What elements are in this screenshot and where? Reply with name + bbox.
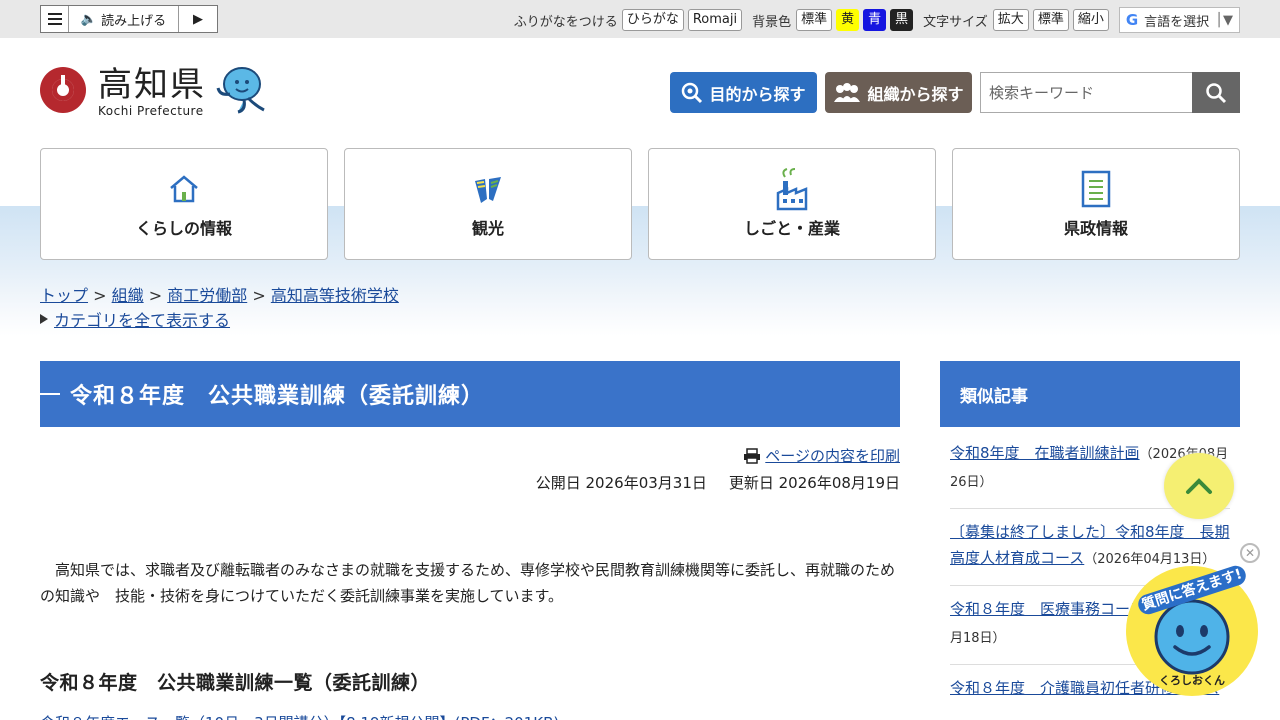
category-label: くらしの情報 <box>135 219 232 238</box>
updated-date: 更新日 2026年08月19日 <box>728 474 900 492</box>
category-card-government[interactable]: 県政情報 <box>952 148 1240 260</box>
page-title-bar: 令和８年度 公共職業訓練（委託訓練） <box>40 361 900 427</box>
search-icon <box>1206 82 1227 103</box>
text-shrink-button[interactable]: 縮小 <box>1072 9 1109 31</box>
utility-bar: 🔈 読み上げる ▶ ふりがなをつける ひらがな Romaji 背景色 標準 黄 … <box>0 0 1280 38</box>
breadcrumb-organization[interactable]: 組織 <box>112 286 144 305</box>
bg-color-label: 背景色 <box>752 14 792 30</box>
dropdown-arrow-icon: │▼ <box>1215 12 1233 28</box>
site-search <box>980 72 1240 113</box>
document-icon <box>1081 170 1111 208</box>
people-icon <box>834 82 861 102</box>
category-label: しごと・産業 <box>743 219 840 238</box>
logo-title: 高知県 <box>98 65 206 105</box>
breadcrumb-commerce-labor[interactable]: 商工労働部 <box>167 286 247 305</box>
magnifier-icon <box>682 82 703 103</box>
chevron-up-icon <box>1186 478 1212 494</box>
close-icon: ✕ <box>1244 546 1256 560</box>
read-aloud-label: 読み上げる <box>101 13 167 29</box>
breadcrumb-separator: > <box>252 286 266 305</box>
category-nav: くらしの情報 観光 しごと・産業 県政情報 <box>40 148 1240 260</box>
speaker-icon: 🔈 <box>80 11 98 27</box>
furigana-label: ふりがなをつける <box>513 14 618 30</box>
category-card-living[interactable]: くらしの情報 <box>40 148 328 260</box>
language-select[interactable]: G 言語を選択 │▼ <box>1118 7 1240 33</box>
factory-icon <box>776 168 808 211</box>
search-by-org-button[interactable]: 組織から探す <box>825 72 972 113</box>
google-icon: G <box>1125 11 1139 29</box>
search-button[interactable] <box>1192 72 1240 113</box>
breadcrumb-separator: > <box>148 286 163 305</box>
similar-article-date: （2026年04月13日） <box>1084 552 1216 567</box>
triangle-right-icon <box>40 314 48 324</box>
category-label: 観光 <box>471 219 504 238</box>
print-link[interactable]: ページの内容を印刷 <box>765 445 900 466</box>
breadcrumb-top[interactable]: トップ <box>40 286 88 305</box>
chatbot-launcher[interactable]: 質問に答えます! くろしおくん <box>1126 563 1258 696</box>
article-body: 高知県では、求職者及び離転職者のみなさまの就職を支援するため、専修学校や民間教育… <box>40 561 896 605</box>
play-button[interactable]: ▶ <box>179 6 217 32</box>
bg-blue-button[interactable]: 青 <box>863 9 887 31</box>
search-by-purpose-button[interactable]: 目的から探す <box>670 72 817 113</box>
category-card-industry[interactable]: しごと・産業 <box>648 148 936 260</box>
back-to-top-button[interactable] <box>1164 453 1234 519</box>
chatbot-close-button[interactable]: ✕ <box>1240 543 1260 563</box>
reader-menu-button[interactable] <box>41 6 69 32</box>
logo-subtitle: Kochi Prefecture <box>98 104 204 118</box>
printer-icon <box>744 447 761 464</box>
search-by-org-label: 組織から探す <box>867 84 964 104</box>
category-label: 県政情報 <box>1063 219 1128 238</box>
chatbot-name: くろしおくん <box>1159 674 1225 687</box>
pdf-link[interactable]: 令和８年度エ一ス一覧（10月～3月開講分）【8.19新規公開】(PDF：201K… <box>40 712 559 720</box>
accessibility-tools: ふりがなをつける ひらがな Romaji 背景色 標準 黄 青 黒 文字サイズ … <box>514 7 1240 33</box>
print-link-container: ページの内容を印刷 <box>743 445 900 466</box>
play-icon: ▶ <box>193 11 203 27</box>
show-all-categories-link[interactable]: カテゴリを全て表示する <box>54 307 230 331</box>
breadcrumb-separator: > <box>93 286 107 305</box>
published-date: 公開日 2026年03月31日 <box>535 474 707 492</box>
read-aloud-widget: 🔈 読み上げる ▶ <box>40 5 218 33</box>
romaji-button[interactable]: Romaji <box>687 9 743 31</box>
show-all-categories: カテゴリを全て表示する <box>40 307 230 331</box>
bg-black-button[interactable]: 黒 <box>890 9 914 31</box>
menu-icon <box>47 18 62 20</box>
similar-article-link[interactable]: 令和８年度 医療事務コース <box>950 600 1144 618</box>
search-input[interactable] <box>980 72 1192 113</box>
search-by-purpose-label: 目的から探す <box>709 84 806 104</box>
breadcrumb: トップ > 組織 > 商工労働部 > 高知高等技術学校 <box>40 282 399 306</box>
text-standard-button[interactable]: 標準 <box>1032 9 1069 31</box>
prefecture-seal-icon <box>40 67 86 113</box>
similar-article-link[interactable]: 令和8年度 在職者訓練計画 <box>950 444 1140 462</box>
breadcrumb-technical-school[interactable]: 高知高等技術学校 <box>271 286 399 305</box>
read-aloud-button[interactable]: 🔈 読み上げる <box>69 6 179 32</box>
hiragana-button[interactable]: ひらがな <box>621 9 684 31</box>
section-heading: 令和８年度 公共職業訓練一覧（委託訓練） <box>40 672 431 694</box>
text-enlarge-button[interactable]: 拡大 <box>992 9 1029 31</box>
site-logo[interactable]: 高知県 Kochi Prefecture <box>40 66 268 118</box>
similar-articles-heading: 類似記事 <box>940 361 1240 427</box>
naruko-clapper-icon <box>475 177 501 203</box>
article-dates: 公開日 2026年03月31日 更新日 2026年08月19日 <box>536 472 900 493</box>
page-title: 令和８年度 公共職業訓練（委託訓練） <box>70 384 485 409</box>
category-card-tourism[interactable]: 観光 <box>344 148 632 260</box>
bg-standard-button[interactable]: 標準 <box>796 9 833 31</box>
mascot-icon <box>216 67 265 114</box>
language-label: 言語を選択 <box>1144 14 1210 30</box>
text-size-label: 文字サイズ <box>923 14 988 30</box>
bg-yellow-button[interactable]: 黄 <box>836 9 860 31</box>
house-icon <box>170 175 198 203</box>
